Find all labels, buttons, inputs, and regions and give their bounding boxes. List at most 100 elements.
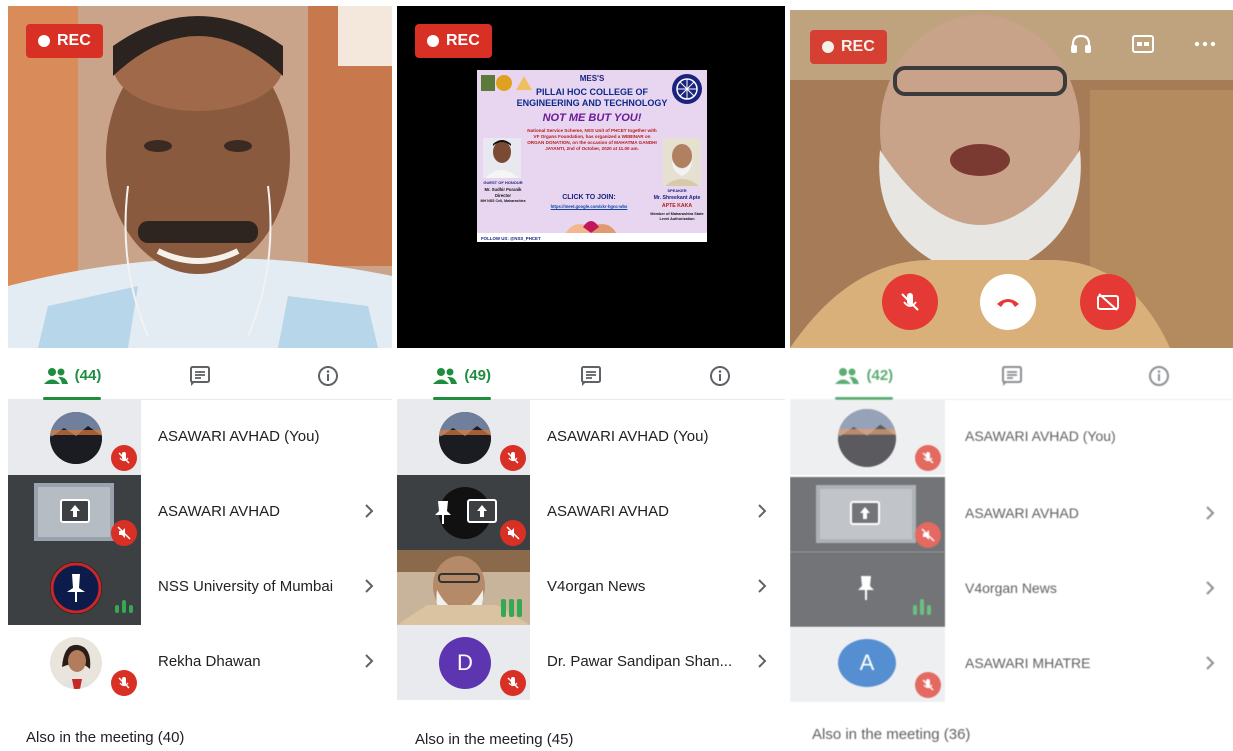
participant-row[interactable]: ASAWARI AVHAD (You) — [397, 400, 785, 475]
tab-info[interactable] — [656, 352, 785, 399]
meeting-tabs: (49) — [397, 352, 785, 400]
participant-name: V4organ News — [965, 580, 1057, 596]
participants-count: (49) — [464, 367, 491, 384]
present-screen-icon — [60, 499, 90, 523]
poster-org: MES'S — [579, 74, 605, 83]
tab-chat[interactable] — [526, 352, 655, 399]
meeting-tabs: (44) — [8, 352, 392, 400]
avatar — [838, 409, 896, 467]
poster-college: PILLAI HOC COLLEGE OF — [536, 87, 648, 97]
tab-info[interactable] — [264, 352, 392, 399]
participant-thumbnail: D — [397, 625, 530, 700]
chevron-right-icon — [1206, 656, 1215, 670]
poster-guest-org: MH NSS Cell, Maharashtra — [480, 199, 526, 203]
participant-thumbnail — [397, 400, 530, 475]
participant-row[interactable]: V4organ News — [790, 552, 1233, 627]
poster-headline: NOT ME BUT YOU! — [542, 112, 642, 124]
mic-toggle-button[interactable] — [882, 274, 938, 330]
meeting-panel-1: REC (44) ASAWARI AVHAD (You) ASAWARI AVH… — [8, 0, 392, 751]
meeting-panel-3: REC (42) ASAWARI AVHAD (You) ASAWARI AVH… — [790, 0, 1233, 751]
participant-thumbnail — [790, 400, 945, 475]
participant-name: ASAWARI MHATRE — [965, 655, 1091, 671]
main-video-speaker: REC — [8, 6, 392, 348]
speaker-off-icon — [500, 520, 526, 546]
main-video-speaker: REC — [790, 10, 1233, 348]
tab-people[interactable]: (42) — [790, 352, 938, 399]
recording-label: REC — [57, 32, 91, 49]
poster-college-2: ENGINEERING AND TECHNOLOGY — [516, 98, 668, 108]
avatar: D — [439, 637, 491, 689]
poster-speaker-photo — [663, 138, 701, 186]
participant-thumbnail — [8, 475, 141, 550]
mic-off-icon — [901, 293, 919, 311]
participants-count: (44) — [74, 367, 102, 384]
participant-row[interactable]: V4organ News — [397, 550, 785, 625]
recording-label: REC — [841, 38, 875, 55]
avatar — [50, 412, 102, 464]
participant-thumbnail — [8, 625, 141, 700]
tab-people[interactable]: (49) — [397, 352, 526, 399]
participant-name: ASAWARI AVHAD — [547, 503, 669, 520]
tab-info[interactable] — [1085, 352, 1233, 399]
headphones-icon[interactable] — [1070, 34, 1092, 54]
info-icon — [318, 365, 338, 386]
chevron-right-icon — [758, 579, 767, 593]
participant-name: ASAWARI AVHAD (You) — [965, 428, 1116, 444]
participant-row[interactable]: NSS University of Mumbai — [8, 550, 392, 625]
tab-people[interactable]: (44) — [8, 352, 136, 399]
recording-badge: REC — [810, 30, 887, 64]
mic-off-icon — [111, 670, 137, 696]
webinar-poster: MES'S PILLAI HOC COLLEGE OF ENGINEERING … — [477, 70, 707, 242]
present-screen-icon — [467, 499, 497, 523]
camera-off-icon — [1097, 293, 1119, 311]
participant-row[interactable]: Rekha Dhawan — [8, 625, 392, 700]
poster-speaker-name: Mr. Shreekant Apte — [653, 195, 701, 201]
avatar — [50, 637, 102, 689]
participants-count: (42) — [866, 367, 894, 384]
participant-thumbnail: A — [790, 627, 945, 702]
mic-off-icon — [915, 445, 941, 471]
participant-row[interactable]: ASAWARI AVHAD — [397, 475, 785, 550]
tab-chat[interactable] — [938, 352, 1086, 399]
participant-row[interactable]: D Dr. Pawar Sandipan Shan... — [397, 625, 785, 700]
poster-guest-photo — [483, 138, 521, 178]
participant-thumbnail — [8, 400, 141, 475]
people-icon — [835, 367, 860, 384]
participant-row[interactable]: A ASAWARI MHATRE — [790, 627, 1233, 702]
recording-dot-icon — [427, 35, 439, 47]
people-icon — [433, 367, 458, 384]
recording-label: REC — [446, 32, 480, 49]
speaking-indicator-icon — [913, 599, 931, 615]
recording-badge: REC — [26, 24, 103, 58]
participant-name: ASAWARI AVHAD (You) — [158, 428, 320, 445]
end-call-button[interactable] — [980, 274, 1036, 330]
participant-row[interactable]: ASAWARI AVHAD — [8, 475, 392, 550]
hang-up-icon — [997, 299, 1019, 307]
participant-name: Dr. Pawar Sandipan Shan... — [547, 653, 733, 670]
tab-chat[interactable] — [136, 352, 264, 399]
recording-dot-icon — [38, 35, 50, 47]
participant-row[interactable]: ASAWARI AVHAD (You) — [8, 400, 392, 475]
more-options-icon[interactable] — [1194, 40, 1216, 48]
participant-thumbnail — [790, 477, 945, 552]
chevron-right-icon — [365, 579, 374, 593]
speaking-indicator-icon — [115, 600, 133, 613]
captions-icon[interactable] — [1132, 34, 1154, 54]
poster-speaker-alias: APTE KAKA — [661, 203, 693, 209]
participant-thumbnail — [8, 550, 141, 625]
also-in-meeting-label: Also in the meeting (40) — [26, 729, 185, 746]
recording-badge: REC — [415, 24, 492, 58]
also-in-meeting-label: Also in the meeting (36) — [812, 726, 971, 743]
speaker-off-icon — [111, 520, 137, 546]
avatar — [50, 562, 102, 614]
chevron-right-icon — [758, 654, 767, 668]
poster-link[interactable]: https://meet.google.com/xkr-hgnc-wbs — [529, 204, 649, 209]
chat-icon — [1001, 365, 1022, 386]
participant-thumbnail — [790, 552, 945, 627]
participant-name: Rekha Dhawan — [158, 653, 261, 670]
mic-off-icon — [915, 672, 941, 698]
participant-row[interactable]: ASAWARI AVHAD — [790, 477, 1233, 552]
chevron-right-icon — [1206, 506, 1215, 520]
camera-toggle-button[interactable] — [1080, 274, 1136, 330]
participant-row[interactable]: ASAWARI AVHAD (You) — [790, 400, 1233, 475]
